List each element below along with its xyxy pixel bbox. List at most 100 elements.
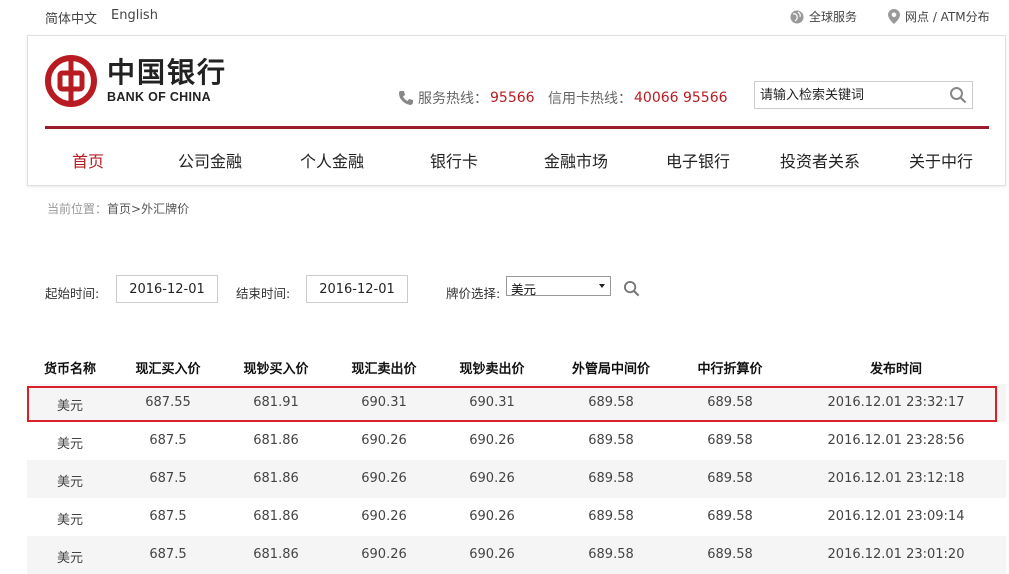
table-row: 美元 687.5 681.86 690.26 690.26 689.58 689…: [27, 460, 1006, 498]
lang-english-link[interactable]: English: [111, 8, 158, 23]
currency-name-cell: 美元: [56, 475, 84, 490]
currency-name-cell: 美元: [56, 399, 84, 414]
publish-time-cell: 2016.12.01 23:28:56: [827, 433, 965, 448]
service-hotline-number: 95566: [490, 90, 535, 106]
currency-select-label: 牌价选择:: [446, 286, 501, 301]
search-icon: [950, 87, 967, 104]
table-cell: 681.86: [253, 509, 299, 524]
table-cell: 687.5: [149, 471, 187, 486]
table-cell: 690.26: [361, 471, 407, 486]
nav-home[interactable]: 首页: [72, 148, 104, 172]
exchange-rate-table: 货币名称 现汇买入价 现钞买入价 现汇卖出价 现钞卖出价 外管局中间价 中行折算…: [27, 348, 1006, 574]
header-divider: [45, 126, 989, 129]
search-input[interactable]: [755, 82, 940, 108]
table-cell: 689.58: [588, 395, 634, 410]
globe-icon: [790, 10, 804, 23]
start-time-label: 起始时间:: [45, 286, 100, 301]
table-cell: 690.26: [361, 433, 407, 448]
credit-card-hotline-label: 信用卡热线：: [548, 91, 632, 107]
column-header: 现钞买入价: [243, 362, 309, 377]
global-service-label: 全球服务: [809, 10, 858, 24]
currency-select-value: 美元: [511, 282, 537, 297]
currency-name-cell: 美元: [56, 513, 84, 528]
query-button[interactable]: [623, 280, 640, 301]
lang-chinese-link[interactable]: 简体中文: [45, 8, 97, 27]
table-cell: 690.26: [469, 509, 515, 524]
table-cell: 690.26: [469, 471, 515, 486]
breadcrumb-path[interactable]: 首页>外汇牌价: [107, 202, 189, 216]
service-hotline-label: 服务热线：: [418, 91, 488, 107]
location-pin-icon: [888, 9, 900, 24]
nav-investor-relations[interactable]: 投资者关系: [780, 148, 860, 172]
table-cell: 689.58: [707, 395, 753, 410]
column-header: 外管局中间价: [571, 362, 651, 377]
publish-time-cell: 2016.12.01 23:32:17: [827, 395, 965, 410]
breadcrumb: 当前位置：首页>外汇牌价: [47, 200, 189, 217]
start-date-input[interactable]: [116, 275, 218, 303]
table-row: 美元 687.55 681.91 690.31 690.31 689.58 68…: [27, 384, 1006, 422]
table-cell: 681.86: [253, 433, 299, 448]
column-header: 现汇买入价: [135, 362, 201, 377]
publish-time-cell: 2016.12.01 23:12:18: [827, 471, 965, 486]
nav-corporate-banking[interactable]: 公司金融: [178, 148, 242, 172]
currency-select[interactable]: 美元: [506, 276, 611, 297]
table-cell: 690.31: [469, 395, 515, 410]
branch-atm-label: 网点 / ATM分布: [905, 10, 990, 24]
credit-card-hotline-number: 40066 95566: [634, 90, 728, 106]
table-cell: 690.26: [469, 433, 515, 448]
table-cell: 689.58: [588, 509, 634, 524]
service-hotline: 服务热线： 95566: [398, 88, 535, 108]
table-cell: 687.5: [149, 547, 187, 562]
header: 中国银行 BANK OF CHINA 服务热线： 95566 信用卡热线： 40…: [27, 35, 1006, 186]
table-cell: 689.58: [588, 471, 634, 486]
branch-atm-link[interactable]: 网点 / ATM分布: [888, 8, 990, 25]
table-cell: 690.31: [361, 395, 407, 410]
search-box: [754, 81, 973, 109]
table-cell: 690.26: [361, 547, 407, 562]
table-cell: 689.58: [707, 471, 753, 486]
column-header: 现钞卖出价: [459, 362, 525, 377]
phone-icon: [399, 91, 413, 105]
bank-logo[interactable]: 中国银行 BANK OF CHINA: [45, 55, 227, 107]
bank-of-china-logo-icon: [45, 55, 97, 107]
table-cell: 689.58: [588, 547, 634, 562]
table-cell: 681.86: [253, 547, 299, 562]
logo-chinese-name: 中国银行: [107, 56, 228, 89]
column-header: 发布时间: [869, 362, 923, 377]
table-cell: 689.58: [707, 547, 753, 562]
nav-financial-markets[interactable]: 金融市场: [544, 148, 608, 172]
breadcrumb-prefix: 当前位置：: [47, 202, 108, 216]
table-row: 美元 687.5 681.86 690.26 690.26 689.58 689…: [27, 536, 1006, 574]
column-header: 货币名称: [43, 362, 97, 377]
table-cell: 689.58: [707, 509, 753, 524]
chevron-down-icon: [599, 284, 605, 288]
table-header: 货币名称 现汇买入价 现钞买入价 现汇卖出价 现钞卖出价 外管局中间价 中行折算…: [27, 348, 1006, 384]
table-row: 美元 687.5 681.86 690.26 690.26 689.58 689…: [27, 498, 1006, 536]
publish-time-cell: 2016.12.01 23:09:14: [827, 509, 965, 524]
global-service-link[interactable]: 全球服务: [790, 8, 857, 25]
end-date-input[interactable]: [306, 275, 408, 303]
table-cell: 687.5: [149, 509, 187, 524]
table-cell: 689.58: [707, 433, 753, 448]
main-nav: 首页 公司金融 个人金融 银行卡 金融市场 电子银行 投资者关系 关于中行: [28, 148, 1005, 172]
publish-time-cell: 2016.12.01 23:01:20: [827, 547, 965, 562]
table-cell: 690.26: [469, 547, 515, 562]
nav-about-boc[interactable]: 关于中行: [909, 148, 973, 172]
nav-e-banking[interactable]: 电子银行: [666, 148, 730, 172]
table-cell: 689.58: [588, 433, 634, 448]
table-cell: 681.91: [253, 395, 299, 410]
logo-english-name: BANK OF CHINA: [107, 90, 211, 104]
nav-bank-card[interactable]: 银行卡: [430, 148, 478, 172]
table-cell: 690.26: [361, 509, 407, 524]
nav-personal-banking[interactable]: 个人金融: [300, 148, 364, 172]
table-cell: 687.55: [145, 395, 191, 410]
table-cell: 681.86: [253, 471, 299, 486]
currency-name-cell: 美元: [56, 437, 84, 452]
currency-name-cell: 美元: [56, 551, 84, 566]
table-row: 美元 687.5 681.86 690.26 690.26 689.58 689…: [27, 422, 1006, 460]
end-time-label: 结束时间:: [236, 286, 291, 301]
logo-text: 中国银行 BANK OF CHINA: [107, 56, 228, 105]
search-icon: [623, 280, 640, 297]
search-button[interactable]: [949, 86, 967, 108]
table-cell: 687.5: [149, 433, 187, 448]
